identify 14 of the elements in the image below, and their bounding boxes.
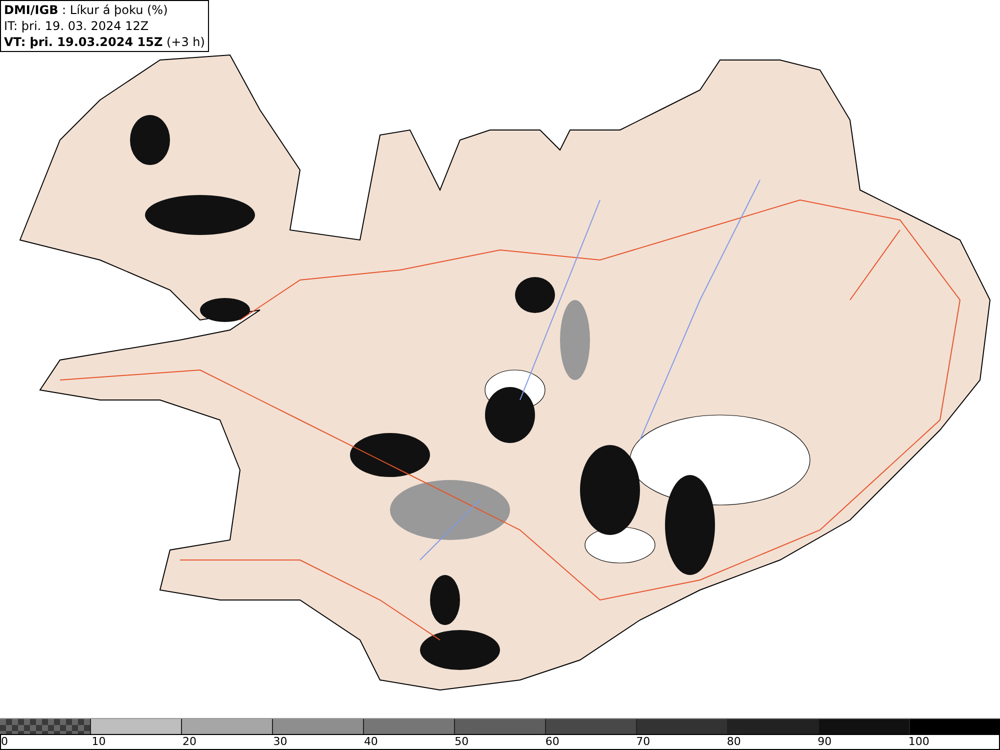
issue-time: IT: þri. 19. 03. 2024 12Z (4, 18, 150, 34)
tick-label: 70 (636, 735, 650, 748)
valid-time: VT: þri. 19.03.2024 15Z (+3 h) (4, 34, 205, 50)
tick-label: 30 (273, 735, 288, 748)
tick-label: 50 (454, 735, 469, 748)
tick-label: 100 (908, 735, 930, 748)
tick-label: 10 (92, 735, 106, 748)
tick-label: 90 (818, 735, 832, 748)
tick-label: 80 (726, 735, 741, 748)
tick-label: 0 (1, 735, 8, 748)
tick-label: 60 (545, 735, 560, 748)
map-title: DMI/IGB : Líkur á þoku (%) (4, 2, 169, 18)
tick-label: 40 (364, 735, 378, 748)
tick-label: 20 (182, 735, 196, 748)
